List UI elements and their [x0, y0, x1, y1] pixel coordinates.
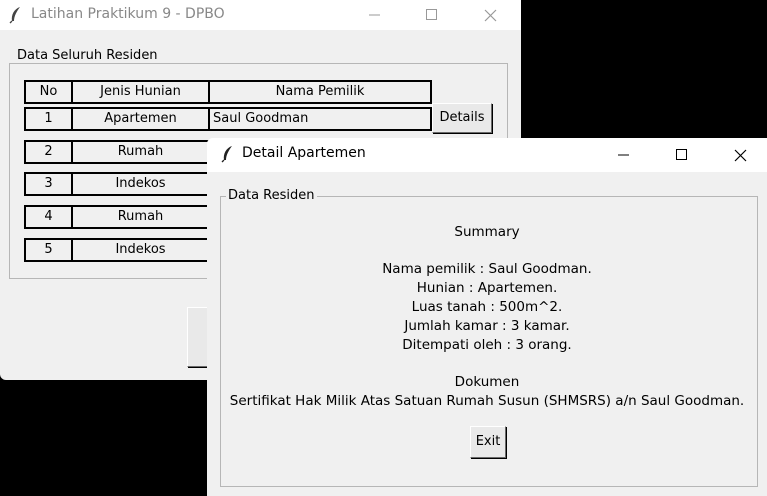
- row-no: 2: [24, 140, 73, 164]
- minimize-button[interactable]: [352, 0, 398, 30]
- main-window-title: Latihan Praktikum 9 - DPBO: [31, 6, 225, 22]
- close-button[interactable]: [717, 138, 763, 172]
- row-no: 3: [24, 172, 73, 196]
- column-header-jenis: Jenis Hunian: [71, 80, 210, 104]
- row-nama: Saul Goodman: [208, 107, 432, 131]
- maximize-button[interactable]: [409, 0, 455, 30]
- row-jenis: Rumah: [71, 205, 210, 229]
- feather-icon: [9, 7, 20, 24]
- close-button[interactable]: [467, 0, 513, 30]
- maximize-icon: [676, 149, 687, 160]
- minimize-button[interactable]: [601, 138, 647, 172]
- summary-line-rooms: Jumlah kamar : 3 kamar.: [404, 318, 570, 334]
- column-header-no: No: [24, 80, 73, 104]
- detail-window: Detail Apartemen Data Residen Summary Na…: [207, 138, 767, 496]
- minimize-icon: [369, 14, 380, 16]
- maximize-icon: [426, 9, 437, 20]
- feather-icon: [221, 146, 232, 163]
- document-text: Sertifikat Hak Milik Atas Satuan Rumah S…: [229, 393, 745, 409]
- row-no: 1: [24, 107, 73, 131]
- close-icon: [734, 149, 746, 161]
- detail-window-title: Detail Apartemen: [242, 145, 366, 161]
- document-heading: Dokumen: [454, 374, 520, 390]
- resident-detail-group-label: Data Residen: [226, 188, 317, 203]
- row-jenis: Indekos: [71, 172, 210, 196]
- row-jenis: Indekos: [71, 238, 210, 262]
- row-jenis: Rumah: [71, 140, 210, 164]
- close-icon: [484, 9, 496, 21]
- summary-heading: Summary: [454, 224, 520, 240]
- minimize-icon: [618, 154, 629, 156]
- residents-group-label: Data Seluruh Residen: [15, 48, 160, 63]
- row-no: 4: [24, 205, 73, 229]
- details-button[interactable]: Details: [432, 103, 492, 133]
- summary-line-occupants: Ditempati oleh : 3 orang.: [402, 337, 572, 353]
- exit-button[interactable]: Exit: [470, 426, 506, 458]
- detail-titlebar[interactable]: Detail Apartemen: [207, 138, 767, 172]
- column-header-nama: Nama Pemilik: [208, 80, 432, 104]
- summary-line-owner: Nama pemilik : Saul Goodman.: [382, 261, 592, 277]
- row-no: 5: [24, 238, 73, 262]
- summary-line-area: Luas tanah : 500m^2.: [411, 299, 563, 315]
- row-jenis: Apartemen: [71, 107, 210, 131]
- summary-line-type: Hunian : Apartemen.: [416, 280, 558, 296]
- maximize-button[interactable]: [659, 138, 705, 172]
- main-titlebar[interactable]: Latihan Praktikum 9 - DPBO: [0, 0, 521, 30]
